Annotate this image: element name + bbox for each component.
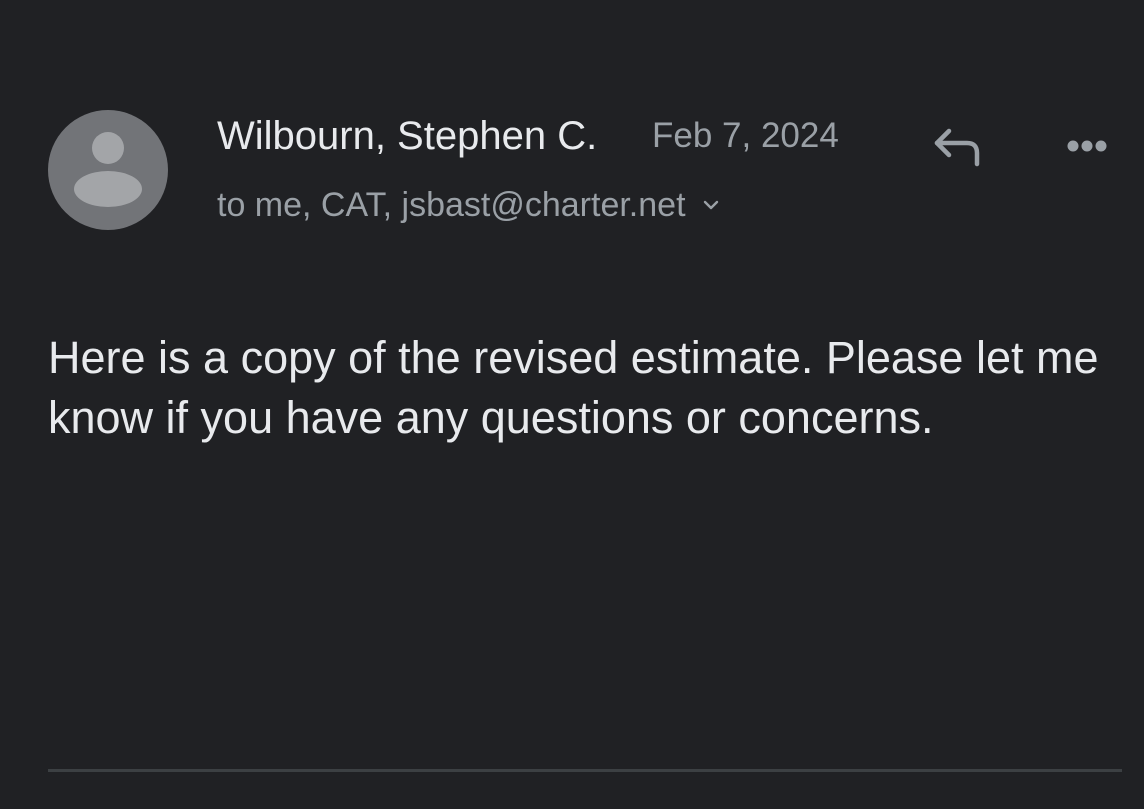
reply-button[interactable] [920,116,990,176]
recipients-toggle[interactable]: to me, CAT, jsbast@charter.net [217,183,722,227]
reply-icon [934,128,980,167]
message-date: Feb 7, 2024 [652,116,839,155]
divider [48,769,1122,772]
person-icon [74,132,142,207]
message-body: Here is a copy of the revised estimate. … [48,332,1099,443]
chevron-down-icon[interactable] [700,194,722,216]
sender-name[interactable]: Wilbourn, Stephen C. [217,112,597,160]
sender-avatar[interactable] [48,110,168,230]
recipients-text: to me, CAT, jsbast@charter.net [217,186,686,224]
more-options-button[interactable] [1052,120,1122,172]
more-options-icon [1067,140,1107,152]
